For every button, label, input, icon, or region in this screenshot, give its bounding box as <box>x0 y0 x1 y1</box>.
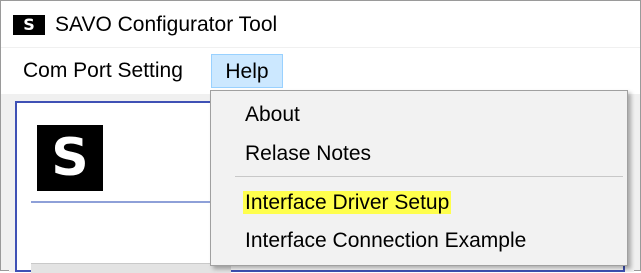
bottom-strip <box>31 263 231 273</box>
menu-item-interface-driver-setup[interactable]: Interface Driver Setup <box>243 187 452 219</box>
panel-divider <box>31 201 221 203</box>
app-logo-icon: S <box>13 15 45 35</box>
title-bar: S SAVO Configurator Tool <box>1 1 640 47</box>
savo-logo: S <box>37 125 103 191</box>
window-title: SAVO Configurator Tool <box>55 13 278 36</box>
menu-item-interface-connection-example[interactable]: Interface Connection Example <box>245 225 526 257</box>
menu-bar: Com Port Setting Help <box>1 48 640 94</box>
menu-help[interactable]: Help <box>211 54 283 88</box>
menu-item-release-notes[interactable]: Relase Notes <box>245 138 371 170</box>
menu-com-port-setting[interactable]: Com Port Setting <box>13 54 193 88</box>
menu-separator <box>235 176 623 177</box>
menu-item-about[interactable]: About <box>245 99 300 131</box>
help-dropdown-menu: About Relase Notes Interface Driver Setu… <box>210 90 628 266</box>
highlighted-text: Interface Driver Setup <box>243 191 452 214</box>
